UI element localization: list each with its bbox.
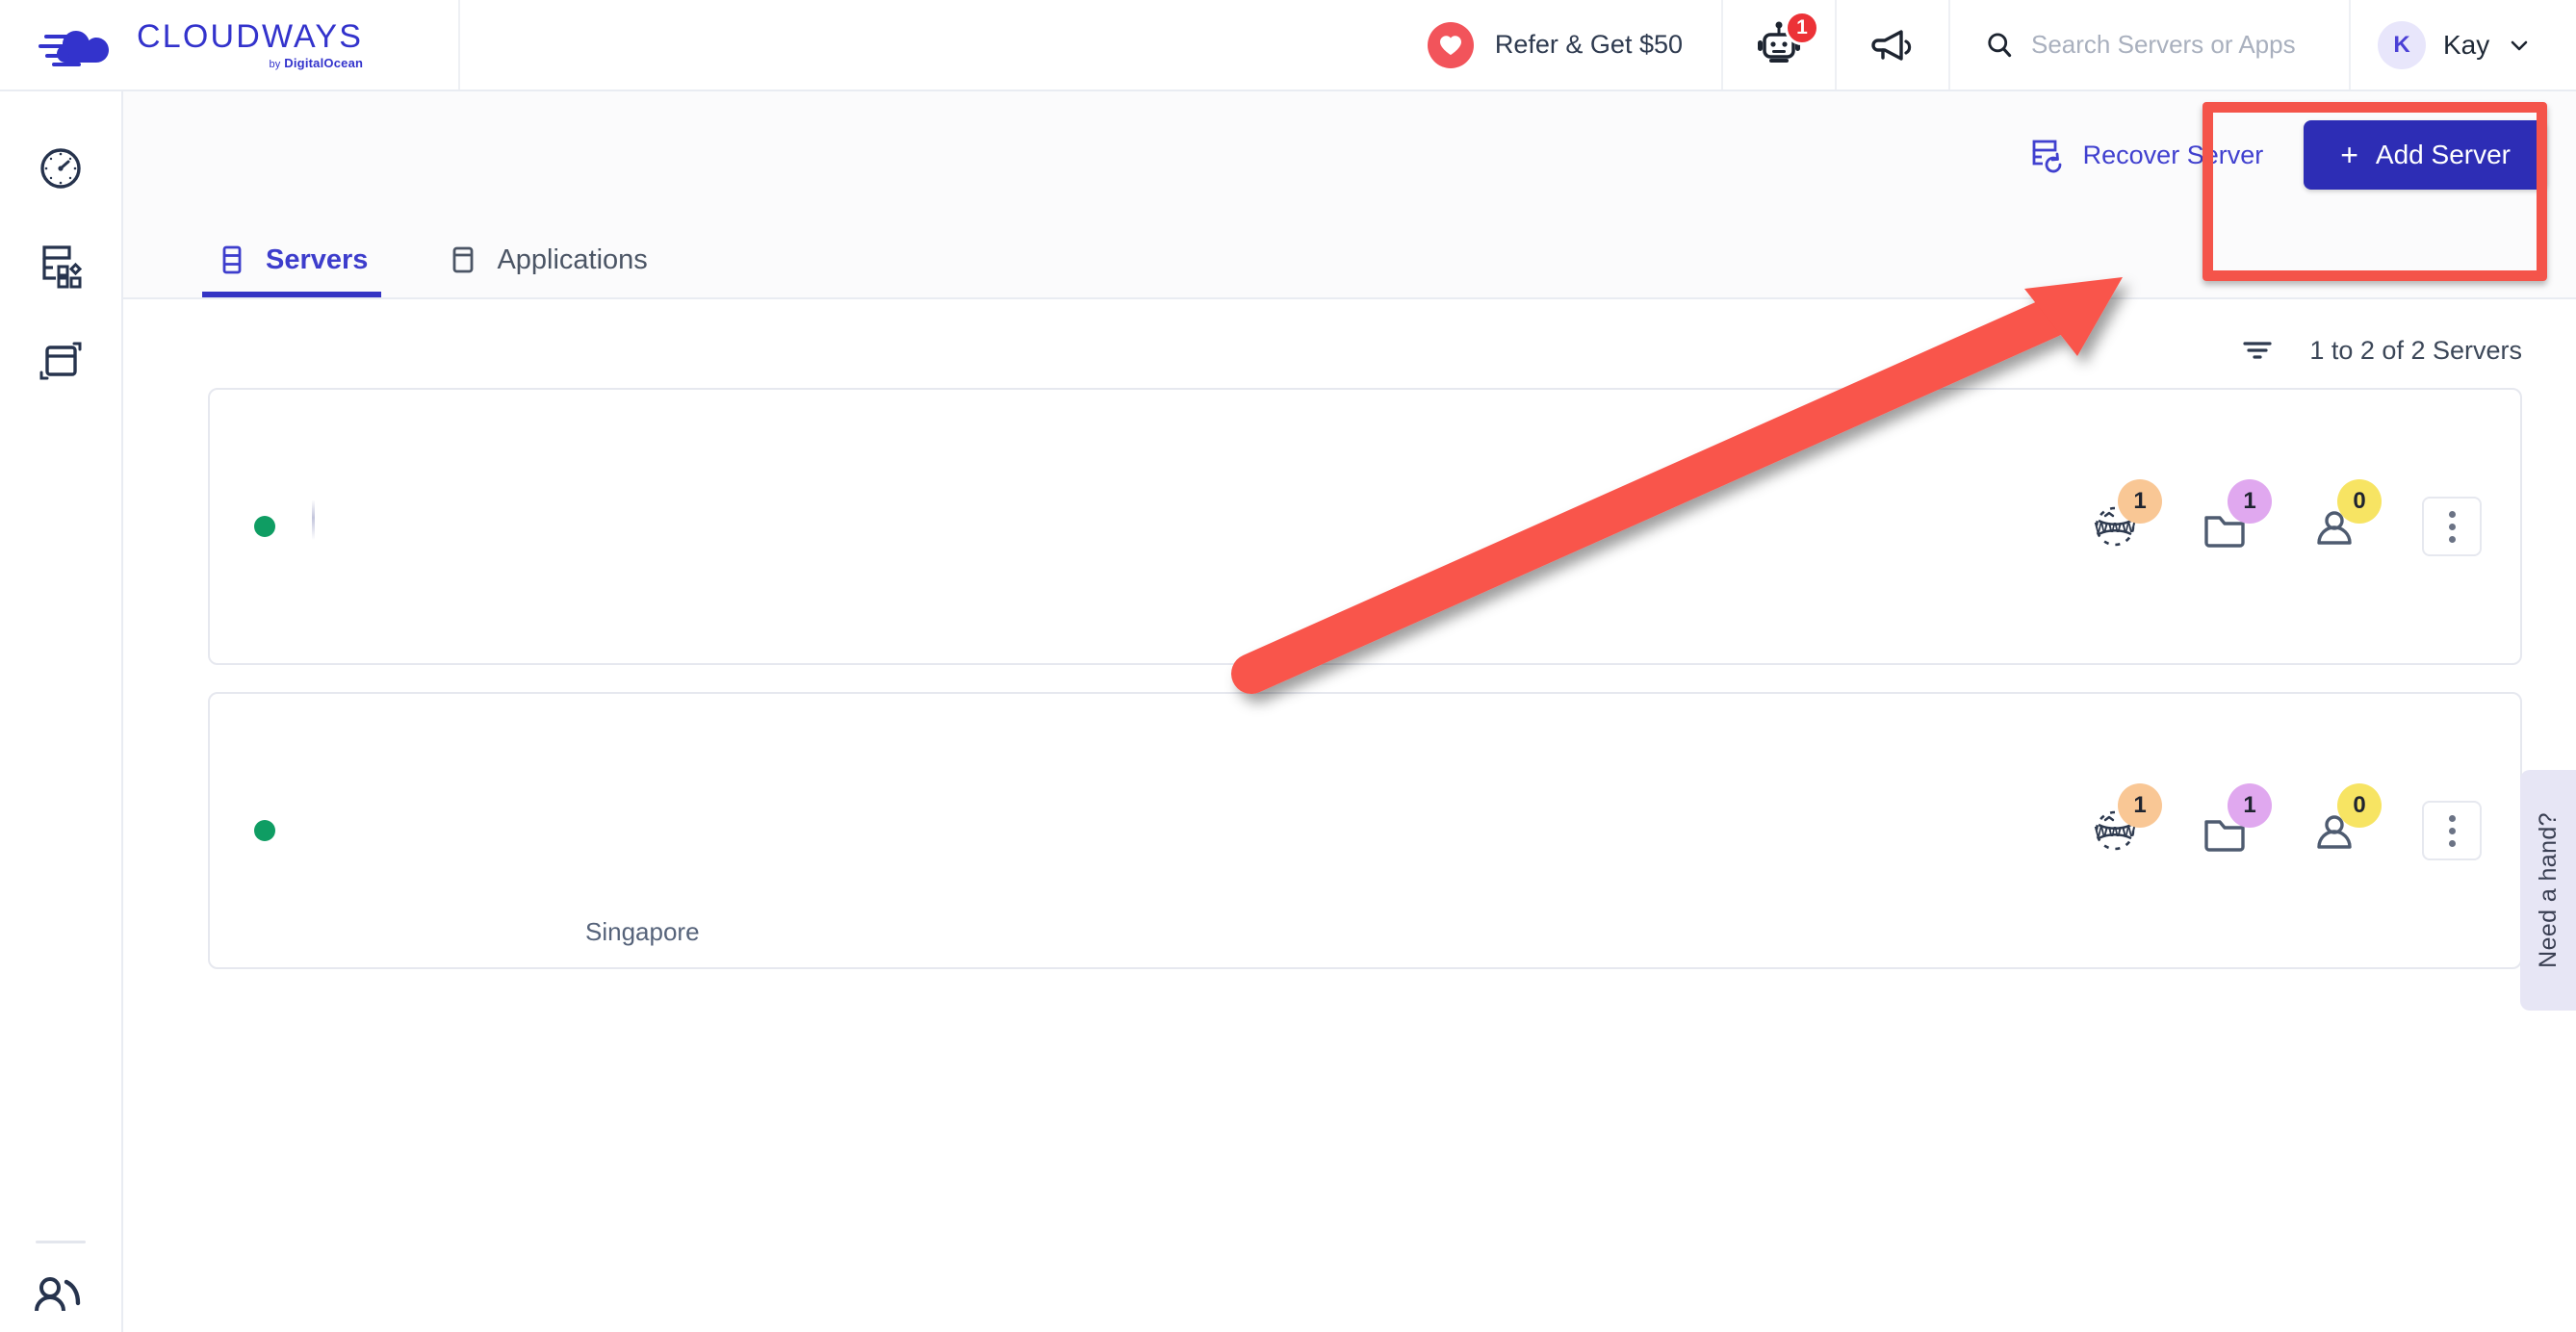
stat-folders[interactable]: 1 (2195, 783, 2272, 860)
kebab-menu-icon (2448, 535, 2456, 543)
chevron-down-icon (2511, 40, 2528, 50)
text-caret (312, 500, 315, 540)
table-row[interactable]: Singapore WWW 1 1 0 (208, 692, 2522, 969)
server-list: WWW 1 1 0 Singapore WWW 1 1 0 (123, 388, 2576, 969)
user-name: Kay (2443, 29, 2490, 60)
stat-team-members[interactable]: 0 (2305, 783, 2382, 860)
table-row[interactable]: WWW 1 1 0 (208, 388, 2522, 665)
stat-team-members[interactable]: 0 (2305, 479, 2382, 556)
sidebar-item-dashboard[interactable] (0, 120, 122, 217)
kebab-menu-icon (2448, 510, 2456, 518)
stat-folders[interactable]: 1 (2195, 479, 2272, 556)
add-server-button[interactable]: + Add Server (2304, 120, 2547, 190)
user-menu[interactable]: K Kay (2349, 0, 2576, 90)
heart-icon (1427, 21, 1474, 68)
page-header: Recover Server + Add Server Servers Appl… (123, 91, 2576, 299)
megaphone-icon (1871, 29, 1912, 61)
sidebar-item-servers[interactable] (0, 217, 122, 313)
server-identity: Singapore (210, 802, 1596, 946)
announcements-button[interactable] (1835, 0, 1948, 90)
page-actions: Recover Server + Add Server (2023, 120, 2547, 190)
recover-server-button[interactable]: Recover Server (2023, 125, 2270, 185)
top-header-bar: CLOUDWAYS by DigitalOcean Refer & Get $5… (0, 0, 2576, 91)
stat-applications-count: 1 (2118, 479, 2162, 524)
filter-button[interactable] (2234, 330, 2280, 371)
need-a-hand-tab[interactable]: Need a hand? (2520, 770, 2576, 1011)
search-icon (1988, 32, 2012, 57)
header-spacer (460, 0, 1389, 90)
global-search[interactable] (1948, 0, 2349, 90)
gauge-icon (40, 148, 81, 189)
stat-applications-count: 1 (2118, 783, 2162, 828)
status-badge (254, 516, 275, 537)
stat-team-members-count: 0 (2337, 783, 2382, 828)
plus-icon: + (2340, 138, 2358, 172)
svg-text:WWW: WWW (2095, 824, 2136, 840)
kebab-menu-icon (2448, 523, 2456, 530)
brand-name: CLOUDWAYS (137, 17, 364, 55)
brand-parent: by DigitalOcean (269, 55, 364, 70)
recover-server-label: Recover Server (2082, 140, 2264, 169)
cloudways-console: CLOUDWAYS by DigitalOcean Refer & Get $5… (0, 0, 2576, 1332)
kebab-menu-icon (2448, 839, 2456, 847)
brand-logo[interactable]: CLOUDWAYS by DigitalOcean (0, 0, 460, 90)
sidebar-item-applications[interactable] (0, 313, 122, 409)
server-count-label: 1 to 2 of 2 Servers (2309, 335, 2522, 365)
refer-and-earn-button[interactable]: Refer & Get $50 (1389, 0, 1721, 90)
row-menu-button[interactable] (2422, 497, 2482, 556)
search-input[interactable] (2031, 30, 2349, 60)
server-name (312, 498, 1596, 530)
kebab-menu-icon (2448, 827, 2456, 834)
need-a-hand-label: Need a hand? (2534, 812, 2562, 968)
server-identity (210, 498, 1596, 555)
stat-folders-count: 1 (2228, 479, 2272, 524)
window-icon (39, 342, 82, 380)
cloudways-logo-icon (39, 30, 109, 66)
server-name-block (312, 498, 1596, 555)
status-badge (254, 820, 275, 841)
server-stats: WWW 1 1 0 (2085, 479, 2482, 556)
sidebar-item-account[interactable] (34, 1243, 88, 1332)
server-stack-icon (222, 245, 242, 274)
server-name (312, 802, 1596, 834)
server-grid-icon (42, 245, 83, 289)
stat-applications[interactable]: WWW 1 (2085, 479, 2162, 556)
server-name-block (312, 802, 1596, 859)
list-toolbar: 1 to 2 of 2 Servers (123, 299, 2576, 388)
tab-applications[interactable]: Applications (433, 243, 660, 297)
svg-text:WWW: WWW (2095, 520, 2136, 536)
refer-label: Refer & Get $50 (1494, 30, 1683, 59)
server-recover-icon (2032, 140, 2062, 173)
server-stats: WWW 1 1 0 (2085, 783, 2482, 860)
stat-folders-count: 1 (2228, 783, 2272, 828)
left-nav-rail (0, 91, 123, 1332)
row-menu-button[interactable] (2422, 801, 2482, 860)
tab-applications-label: Applications (497, 243, 648, 275)
user-account-icon (35, 1277, 81, 1312)
tab-servers-label: Servers (266, 243, 369, 275)
add-server-label: Add Server (2375, 140, 2511, 169)
tab-servers[interactable]: Servers (202, 243, 382, 297)
filter-icon (2243, 342, 2272, 359)
content-tabs: Servers Applications (202, 243, 661, 297)
kebab-menu-icon (2448, 814, 2456, 822)
main-content: Recover Server + Add Server Servers Appl… (123, 91, 2576, 1332)
stat-applications[interactable]: WWW 1 (2085, 783, 2162, 860)
avatar: K (2378, 20, 2426, 69)
bot-assistant-button[interactable]: 1 (1721, 0, 1835, 90)
server-region: Singapore (585, 917, 700, 946)
bot-notification-badge: 1 (1785, 10, 1819, 45)
app-window-icon (453, 246, 474, 273)
stat-team-members-count: 0 (2337, 479, 2382, 524)
